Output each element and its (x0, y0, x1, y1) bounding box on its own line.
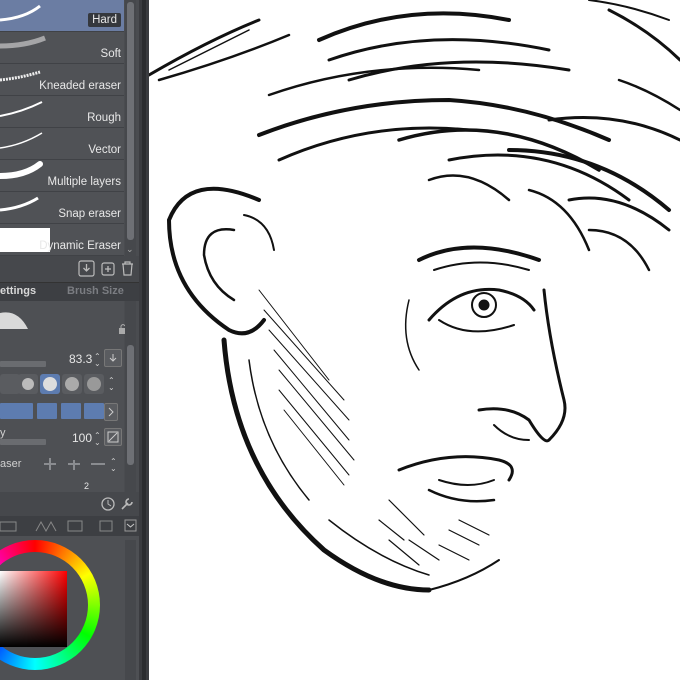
brush-item-soft[interactable]: Soft (0, 32, 124, 64)
brush-item-multiple-layers[interactable]: Multiple layers (0, 160, 124, 192)
app-window: Hard Soft Kneaded eraser Rough Vector Mu… (0, 0, 680, 680)
brush-item-hard[interactable]: Hard (0, 0, 124, 32)
settings-toolbar (0, 492, 139, 516)
duplicate-icon[interactable] (99, 260, 116, 277)
brush-stroke-preview (0, 35, 46, 49)
partial-value: 2 (84, 481, 90, 491)
divider-bar (142, 0, 146, 680)
size-spinner[interactable]: ⌃ ⌄ (94, 353, 101, 368)
brush-list: Hard Soft Kneaded eraser Rough Vector Mu… (0, 0, 124, 256)
density-spinner[interactable]: ⌃ ⌄ (94, 432, 101, 447)
color-tabs (0, 516, 139, 536)
brush-stroke-preview (0, 196, 39, 212)
tab-settings[interactable]: ettings (0, 285, 36, 297)
sketch-artwork (149, 0, 680, 593)
density-value[interactable]: 100 (72, 431, 92, 445)
pressure-icon (107, 431, 119, 443)
brush-item-rough[interactable]: Rough (0, 96, 124, 128)
brush-stroke-preview (0, 101, 43, 117)
size-dropdown-button[interactable] (104, 349, 122, 367)
brush-item-kneaded-eraser[interactable]: Kneaded eraser (0, 64, 124, 96)
arrow-down-icon (109, 354, 117, 362)
drawing-canvas[interactable] (149, 0, 680, 680)
brush-stroke-preview (0, 132, 43, 149)
density-slider[interactable] (0, 439, 46, 445)
panel-divider[interactable] (139, 0, 149, 680)
brush-label: Rough (87, 112, 121, 124)
option-cell[interactable] (61, 403, 81, 419)
color-panel-scrollbar[interactable] (125, 540, 136, 680)
tab-brush-size[interactable]: Brush Size (67, 285, 124, 297)
brush-label: Snap eraser (58, 208, 121, 220)
brush-stroke-preview (0, 4, 41, 22)
trash-icon[interactable] (119, 260, 136, 277)
tip-option-hard-dots[interactable] (18, 374, 38, 394)
tip-option-soft[interactable] (62, 374, 82, 394)
scrollbar-thumb[interactable] (127, 2, 134, 240)
eraser-label: aser (0, 458, 22, 470)
color-saturation-value-square[interactable] (0, 571, 67, 647)
brush-label: Vector (88, 144, 121, 156)
chevron-right-icon[interactable] (104, 403, 118, 421)
tip-option-1[interactable] (0, 374, 20, 394)
settings-tabs: ettings Brush Size (0, 283, 139, 301)
color-tab-icons[interactable] (0, 519, 139, 533)
brush-shape-preview (0, 312, 28, 329)
blur-tip-icon (87, 377, 101, 391)
soft-tip-icon (65, 377, 79, 391)
option-cell[interactable] (13, 403, 33, 419)
tip-option-selected[interactable] (40, 374, 60, 394)
eraser-spinner[interactable]: ⌃ ⌄ (110, 458, 117, 473)
tip-spinner[interactable]: ⌃ ⌄ (108, 377, 115, 392)
tool-panel: Hard Soft Kneaded eraser Rough Vector Mu… (0, 0, 139, 680)
brush-label: Hard (88, 13, 121, 27)
density-label: y (0, 427, 6, 439)
wrench-icon[interactable] (119, 496, 135, 512)
brush-label: Dynamic Eraser (39, 240, 121, 252)
settings-scrollbar[interactable] (125, 301, 136, 516)
timer-icon[interactable] (100, 496, 116, 512)
size-slider[interactable] (0, 361, 46, 367)
scrollbar-thumb[interactable] (127, 345, 134, 465)
brush-list-toolbar (0, 256, 139, 283)
eraser-mode-icons[interactable] (41, 455, 109, 473)
brush-item-dynamic-eraser[interactable]: Dynamic Eraser (0, 224, 124, 256)
chevron-down-icon[interactable]: ⌄ (126, 244, 134, 255)
brush-item-vector[interactable]: Vector (0, 128, 124, 160)
option-cell[interactable] (84, 403, 104, 419)
download-icon[interactable] (78, 260, 95, 277)
brush-list-scrollbar[interactable]: ⌄ (125, 0, 136, 256)
size-value[interactable]: 83.3 (69, 352, 92, 366)
brush-item-snap-eraser[interactable]: Snap eraser (0, 192, 124, 224)
brush-label: Multiple layers (47, 176, 122, 188)
brush-label: Soft (100, 48, 121, 60)
option-cell[interactable] (37, 403, 57, 419)
pressure-settings-button[interactable] (104, 428, 122, 446)
dotted-tip-icon (22, 378, 34, 390)
brush-label: Kneaded eraser (39, 80, 121, 92)
tip-option-blur[interactable] (84, 374, 104, 394)
circle-tip-icon (43, 377, 57, 391)
